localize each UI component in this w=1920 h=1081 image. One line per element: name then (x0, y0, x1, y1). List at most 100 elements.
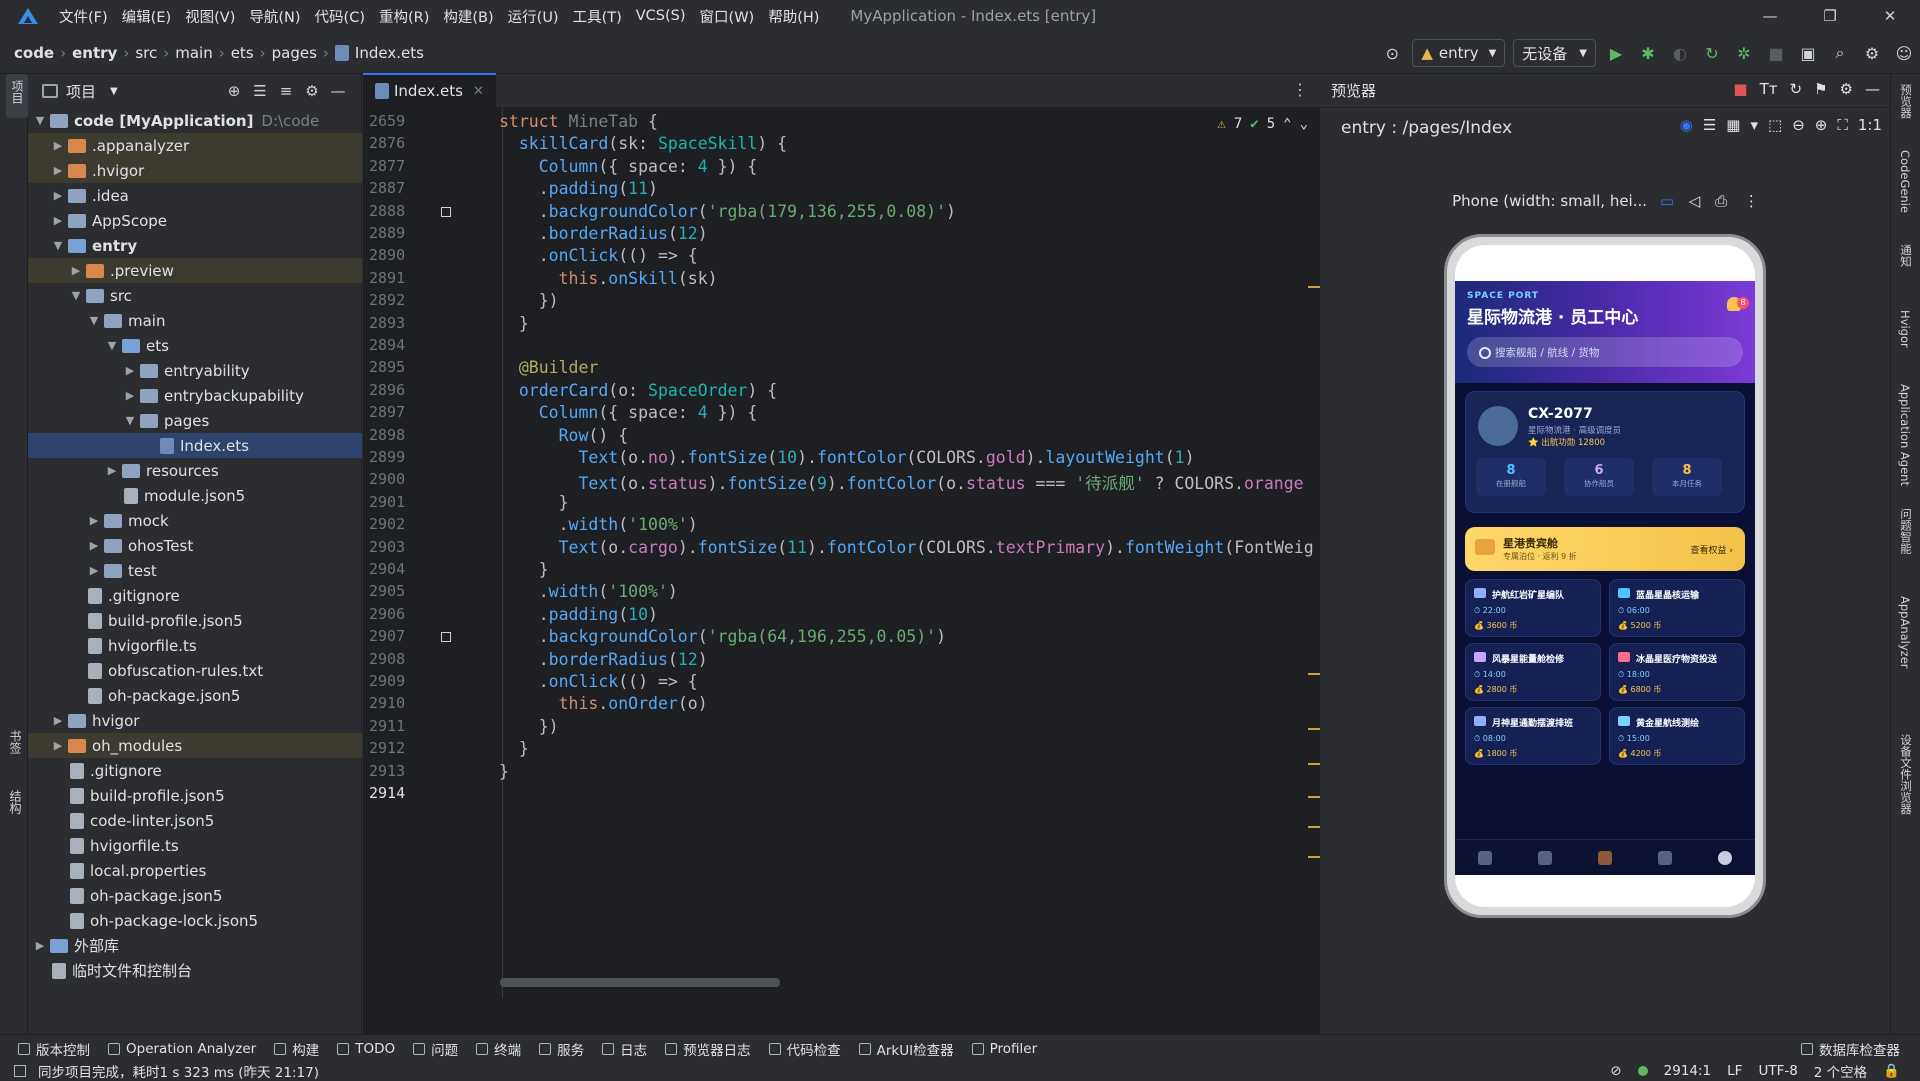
tree-item[interactable]: ▼ ets (28, 333, 362, 358)
chevron-right-icon[interactable]: ▶ (104, 464, 120, 477)
stat-tile[interactable]: 6 协作船员 (1564, 458, 1634, 496)
order-card[interactable]: 月神星通勤摆渡排班 ⏱ 08:00 💰 1800 币 (1465, 707, 1601, 765)
bottom-tool-button[interactable]: 预览器日志 (665, 1039, 751, 1059)
bookmark-icon[interactable] (441, 632, 451, 643)
order-card[interactable]: 蓝晶星晶核运输 ⏱ 06:00 💰 5200 币 (1609, 579, 1745, 637)
expand-all-icon[interactable]: ☰ (247, 82, 273, 100)
attach-debugger-icon[interactable]: ✲ (1730, 39, 1758, 67)
code-line[interactable]: }) (499, 291, 559, 310)
zoom-out-icon[interactable]: ⊖ (1792, 116, 1805, 134)
tree-item[interactable]: hvigorfile.ts (28, 833, 362, 858)
code-line[interactable]: orderCard(o: SpaceOrder) { (499, 381, 777, 400)
code-editor[interactable]: 2659 struct MineTab {2876 skillCard(sk: S… (363, 108, 1320, 998)
user-card[interactable]: CX-2077 星际物流港 · 高级调度员 ⭐ 出航功勋 12800 8 在册舰船… (1465, 391, 1745, 513)
menu-item[interactable]: 代码(C) (308, 6, 372, 27)
font-size-icon[interactable]: Tт (1760, 80, 1778, 98)
scroll-marker[interactable] (1308, 856, 1320, 858)
menu-item[interactable]: 运行(U) (501, 6, 566, 27)
tree-item[interactable]: ▼ src (28, 283, 362, 308)
chevron-down-icon[interactable]: ▼ (104, 339, 120, 352)
bottom-tool-button[interactable]: 终端 (476, 1039, 521, 1059)
account-icon[interactable]: ☺ (1890, 39, 1918, 67)
code-line[interactable]: Text(o.cargo).fontSize(11).fontColor(COL… (499, 538, 1314, 557)
tree-item[interactable]: ▶ hvigor (28, 708, 362, 733)
chevron-down-icon[interactable]: ▼ (68, 289, 84, 302)
tree-item[interactable]: oh-package-lock.json5 (28, 908, 362, 933)
inspection-widget[interactable]: ⚠ 7 ✔ 5 ⌃ ⌄ (1217, 116, 1308, 132)
tree-item[interactable]: ▶ resources (28, 458, 362, 483)
code-line[interactable]: struct MineTab { (499, 112, 658, 131)
ship-icon[interactable] (1538, 850, 1552, 865)
chevron-down-icon[interactable]: ▾ (1750, 116, 1758, 134)
breadcrumb-item[interactable]: src (135, 44, 157, 62)
bottom-tool-button[interactable]: 服务 (539, 1039, 584, 1059)
chevron-right-icon[interactable]: ▶ (122, 389, 138, 402)
order-card[interactable]: 护航红岩矿星编队 ⏱ 22:00 💰 3600 币 (1465, 579, 1601, 637)
bookmarks-tool-button[interactable]: 书签 (7, 730, 24, 754)
order-card[interactable]: 黄金星航线测绘 ⏱ 15:00 💰 4200 币 (1609, 707, 1745, 765)
device-name[interactable]: Phone (width: small, hei... (1452, 192, 1647, 210)
chevron-right-icon[interactable]: ▶ (50, 714, 66, 727)
code-line[interactable]: .padding(10) (499, 605, 658, 624)
search-icon[interactable]: ⌕ (1826, 39, 1854, 67)
bookmark-icon[interactable] (441, 206, 451, 217)
code-line[interactable]: .borderRadius(12) (499, 650, 708, 669)
code-line[interactable]: Text(o.no).fontSize(10).fontColor(COLORS… (499, 448, 1194, 467)
bottom-tool-button[interactable]: 构建 (274, 1039, 319, 1059)
tree-item[interactable]: ▼ main (28, 308, 362, 333)
code-line[interactable]: Column({ space: 4 }) { (499, 157, 758, 176)
breadcrumb-item[interactable]: entry (72, 44, 117, 62)
display-icon[interactable]: ▭ (1660, 192, 1674, 210)
menu-item[interactable]: VCS(S) (629, 8, 693, 24)
breadcrumb-item[interactable]: code (14, 44, 54, 62)
tree-item[interactable]: ▶ .preview (28, 258, 362, 283)
tree-item[interactable]: ▼ entry (28, 233, 362, 258)
tree-item[interactable]: .gitignore (28, 758, 362, 783)
breadcrumb-item[interactable]: Index.ets (355, 44, 424, 62)
horizontal-scrollbar[interactable] (500, 978, 780, 987)
code-line[interactable]: @Builder (499, 358, 598, 377)
bottom-tool-button[interactable]: 日志 (602, 1039, 647, 1059)
breadcrumb-item[interactable]: ets (231, 44, 254, 62)
code-line[interactable]: skillCard(sk: SpaceSkill) { (499, 134, 787, 153)
rocket-icon[interactable] (1478, 850, 1492, 865)
tree-item[interactable]: local.properties (28, 858, 362, 883)
code-line[interactable]: .padding(11) (499, 179, 658, 198)
chevron-right-icon[interactable]: ▶ (122, 364, 138, 377)
file-encoding[interactable]: UTF-8 (1758, 1063, 1797, 1079)
chevron-right-icon[interactable]: ▶ (50, 739, 66, 752)
tree-item[interactable]: ▼ code [MyApplication] D:\code (28, 108, 362, 133)
fit-icon[interactable]: ⬚ (1768, 116, 1782, 134)
tree-item[interactable]: ▶ .appanalyzer (28, 133, 362, 158)
chevron-right-icon[interactable]: ▶ (50, 164, 66, 177)
code-line[interactable]: } (499, 739, 529, 758)
tree-item[interactable]: ▶ .idea (28, 183, 362, 208)
menu-item[interactable]: 工具(T) (566, 6, 629, 27)
menu-item[interactable]: 视图(V) (178, 6, 242, 27)
code-line[interactable]: }) (499, 717, 559, 736)
right-tool-button[interactable]: CodeGenie (1898, 150, 1912, 213)
chevron-down-icon[interactable]: ⌄ (1300, 116, 1308, 132)
run-icon[interactable]: ▶ (1602, 39, 1630, 67)
planet-icon[interactable] (1658, 850, 1672, 865)
chevron-down-icon[interactable]: ▼ (86, 314, 102, 327)
code-line[interactable]: .width('100%') (499, 515, 698, 534)
menu-item[interactable]: 文件(F) (52, 6, 115, 27)
stop-preview-icon[interactable]: ■ (1733, 80, 1747, 98)
order-card[interactable]: 风暴星能量舱检修 ⏱ 14:00 💰 2800 币 (1465, 643, 1601, 701)
code-line[interactable]: } (499, 314, 529, 333)
tree-item[interactable]: build-profile.json5 (28, 608, 362, 633)
project-tool-button[interactable]: 项目 (6, 74, 28, 118)
close-icon[interactable]: ✕ (1860, 0, 1920, 32)
hide-icon[interactable]: — (325, 82, 351, 100)
module-selector[interactable]: ▲ entry ▼ (1412, 39, 1506, 67)
code-line[interactable]: } (499, 493, 569, 512)
collapse-all-icon[interactable]: ≡ (273, 82, 299, 100)
bottom-tool-button[interactable]: ArkUI检查器 (858, 1039, 954, 1059)
right-tool-button[interactable]: 预览器 (1898, 84, 1914, 119)
menu-item[interactable]: 帮助(H) (761, 6, 826, 27)
debug-icon[interactable]: ✱ (1634, 39, 1662, 67)
scroll-marker[interactable] (1308, 763, 1320, 765)
tree-item[interactable]: code-linter.json5 (28, 808, 362, 833)
scroll-marker[interactable] (1308, 728, 1320, 730)
